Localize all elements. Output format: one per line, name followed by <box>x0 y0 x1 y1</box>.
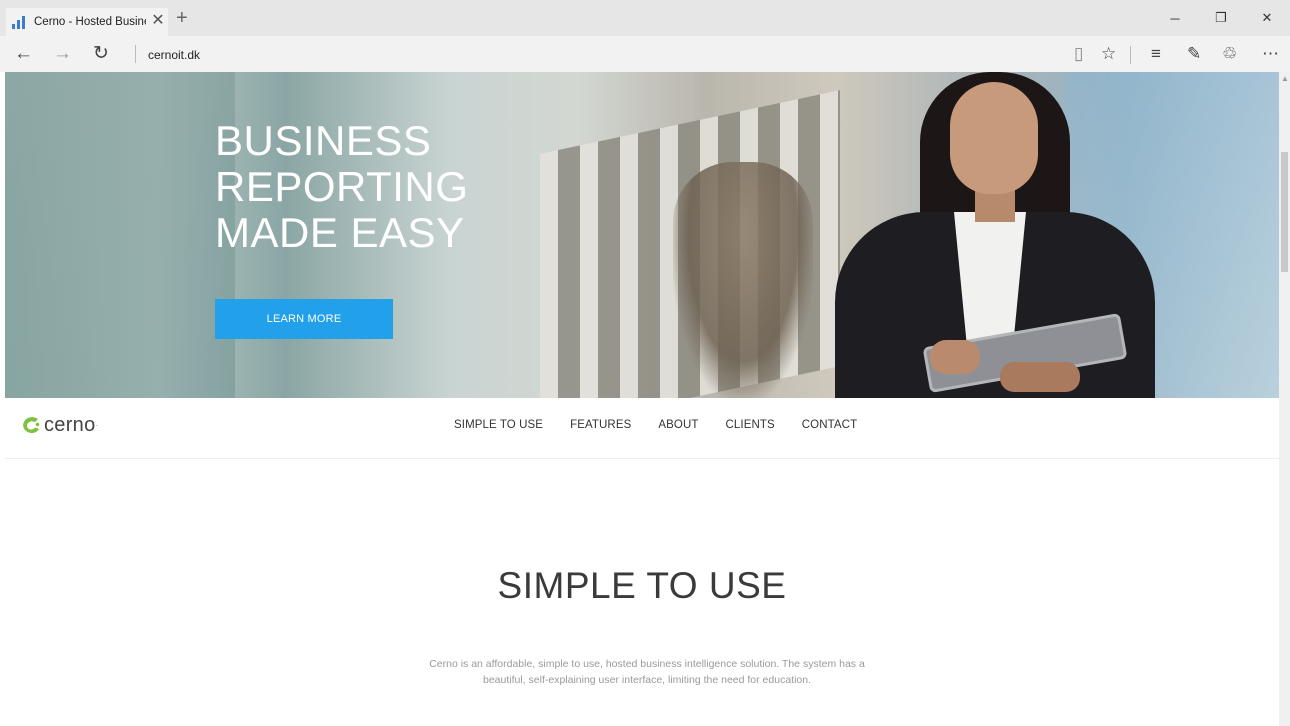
logo-text: cerno <box>44 414 96 436</box>
tab-title: Cerno - Hosted Busines <box>34 16 146 28</box>
minimize-icon[interactable]: ─ <box>1152 0 1198 36</box>
hero-bg-figure <box>673 162 813 398</box>
hero-title-line: MADE EASY <box>215 209 465 256</box>
scroll-up-icon[interactable]: ▲ <box>1281 74 1289 83</box>
reading-view-icon[interactable]: ▯ <box>1074 45 1083 63</box>
browser-titlebar: Cerno - Hosted Busines ✕ + ─ ❐ ✕ <box>0 0 1290 36</box>
hub-icon[interactable]: ≡ <box>1151 45 1161 63</box>
cerno-logo-icon <box>23 417 40 433</box>
more-icon[interactable]: ⋯ <box>1262 45 1279 63</box>
browser-tab[interactable]: Cerno - Hosted Busines ✕ <box>6 8 168 36</box>
url-field[interactable]: cernoit.dk <box>148 48 200 62</box>
main-menu: SIMPLE TO USE FEATURES ABOUT CLIENTS CON… <box>454 419 884 431</box>
favorite-star-icon[interactable]: ☆ <box>1101 45 1116 63</box>
nav-item-clients[interactable]: CLIENTS <box>726 419 775 431</box>
cerno-logo[interactable]: cerno · <box>21 414 98 436</box>
nav-item-about[interactable]: ABOUT <box>658 419 698 431</box>
address-bar: ← → ↻ cernoit.dk ▯ ☆ ≡ ✎ ♲ ⋯ <box>0 36 1290 72</box>
back-arrow-icon[interactable]: ← <box>14 44 33 64</box>
web-note-icon[interactable]: ✎ <box>1187 45 1201 63</box>
window-controls: ─ ❐ ✕ <box>1152 0 1290 36</box>
section-description: Cerno is an affordable, simple to use, h… <box>429 658 865 686</box>
nav-item-contact[interactable]: CONTACT <box>802 419 857 431</box>
hero-title-line: REPORTING <box>215 163 469 210</box>
hero-title: BUSINESS REPORTING MADE EASY <box>215 118 468 256</box>
url-separator <box>135 45 136 63</box>
new-tab-icon[interactable]: + <box>176 8 188 28</box>
page-scrollbar[interactable]: ▲ <box>1279 72 1290 726</box>
share-icon[interactable]: ♲ <box>1222 45 1237 63</box>
close-window-icon[interactable]: ✕ <box>1244 0 1290 36</box>
hero-banner: BUSINESS REPORTING MADE EASY LEARN MORE <box>5 72 1279 398</box>
nav-item-simple-to-use[interactable]: SIMPLE TO USE <box>454 419 543 431</box>
close-tab-icon[interactable]: ✕ <box>150 13 166 29</box>
toolbar-separator <box>1130 46 1131 64</box>
site-navbar: cerno · SIMPLE TO USE FEATURES ABOUT CLIE… <box>5 398 1279 459</box>
section-title: SIMPLE TO USE <box>497 565 787 606</box>
logo-mark: · <box>95 420 99 430</box>
nav-item-features[interactable]: FEATURES <box>570 419 631 431</box>
forward-arrow-icon[interactable]: → <box>53 44 72 64</box>
scroll-thumb[interactable] <box>1281 152 1288 272</box>
hero-photo-woman <box>825 72 1155 398</box>
bar-chart-icon <box>12 15 28 29</box>
restore-icon[interactable]: ❐ <box>1198 0 1244 36</box>
hero-bg-left <box>5 72 235 398</box>
hero-title-line: BUSINESS <box>215 117 432 164</box>
refresh-icon[interactable]: ↻ <box>93 44 109 64</box>
learn-more-button[interactable]: LEARN MORE <box>215 299 393 339</box>
page-viewport: BUSINESS REPORTING MADE EASY LEARN MORE … <box>5 72 1279 726</box>
